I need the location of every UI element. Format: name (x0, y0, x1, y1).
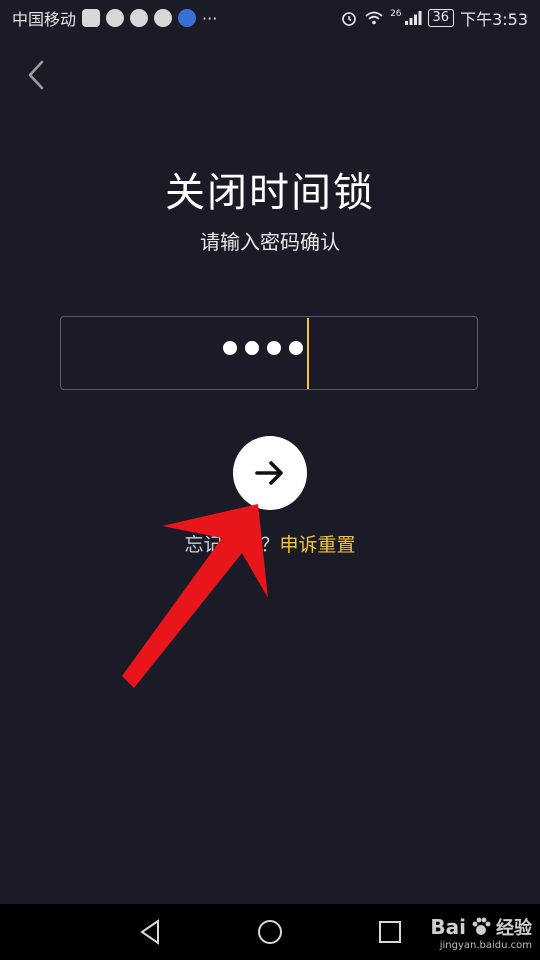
page-subtitle: 请输入密码确认 (200, 230, 340, 254)
weibo-icon (130, 9, 149, 27)
password-dot (289, 341, 303, 355)
more-notifications: ··· (202, 8, 218, 28)
app-notification-icon (106, 9, 125, 27)
battery-indicator: 36 (427, 9, 455, 27)
paw-icon (472, 917, 491, 935)
browser-icon (178, 9, 197, 27)
music-icon (154, 9, 173, 27)
system-navigation-bar: Bai 经验 jingyan.baidu.com (0, 904, 540, 960)
alarm-icon (342, 12, 356, 26)
carrier-name: 中国移动 (12, 10, 77, 29)
baidu-jingyan-watermark: Bai 经验 jingyan.baidu.com (430, 914, 532, 951)
text-cursor (307, 318, 309, 389)
password-dot (267, 341, 281, 355)
status-bar-right: 26 36 下午3:53 (340, 6, 528, 30)
confirm-button[interactable] (233, 436, 307, 510)
clock: 下午3:53 (460, 10, 528, 29)
password-input[interactable] (60, 316, 478, 390)
watermark-brand-cn: 经验 (496, 918, 532, 939)
status-bar: 中国移动 ··· 26 36 下午3:53 (0, 0, 540, 36)
signal-icon (404, 11, 422, 25)
watermark-brand: Bai (430, 915, 466, 939)
password-mask (223, 341, 303, 355)
forgot-password-label: 忘记密码？ (184, 534, 280, 556)
forgot-password: 忘记密码？申诉重置 (0, 530, 540, 557)
page-title: 关闭时间锁 (165, 170, 375, 216)
back-button[interactable] (22, 58, 52, 92)
password-dot (223, 341, 237, 355)
status-bar-left: 中国移动 ··· (12, 6, 217, 30)
watermark-url: jingyan.baidu.com (439, 940, 532, 951)
nav-home-icon[interactable] (256, 918, 284, 946)
network-type: 26 (390, 9, 402, 19)
password-dot (245, 341, 259, 355)
nav-back-icon[interactable] (136, 918, 164, 946)
notification-icon (82, 9, 101, 27)
wifi-icon (365, 11, 383, 25)
nav-recents-icon[interactable] (376, 918, 404, 946)
chevron-left-icon (28, 60, 44, 90)
arrow-right-icon (255, 461, 283, 485)
appeal-reset-link[interactable]: 申诉重置 (280, 534, 356, 556)
